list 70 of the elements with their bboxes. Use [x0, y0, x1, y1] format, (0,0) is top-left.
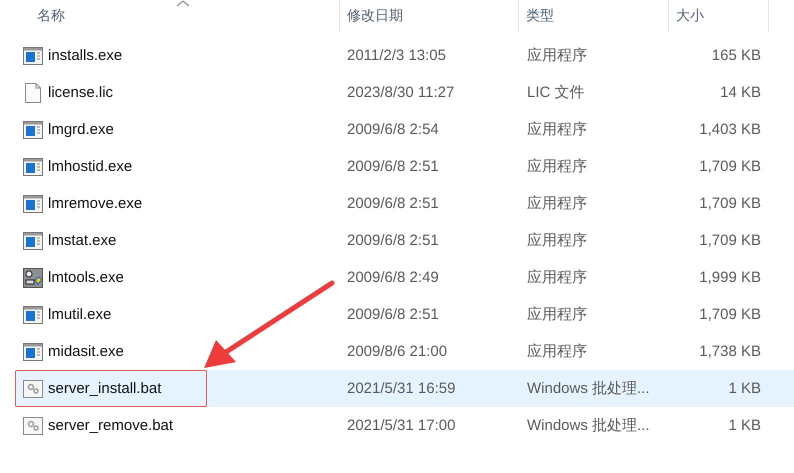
file-name: lmremove.exe	[48, 195, 142, 212]
modified-date: 2009/8/6 21:00	[347, 342, 448, 360]
file-row[interactable]: midasit.exe 2009/8/6 21:00 应用程序 1,738 KB	[15, 333, 794, 370]
file-type: 应用程序	[527, 158, 587, 175]
file-row[interactable]: license.lic 2023/8/30 11:27 LIC 文件 14 KB	[15, 74, 794, 111]
file-row[interactable]: server_install.bat 2021/5/31 16:59 Windows 批处理... 1 KB	[15, 370, 794, 407]
column-header[interactable]: 类型	[526, 7, 554, 25]
file-type: LIC 文件	[527, 84, 585, 101]
file-name: lmstat.exe	[48, 232, 116, 249]
tools-app-icon	[23, 268, 43, 288]
modified-date: 2009/6/8 2:51	[347, 194, 439, 212]
file-type: 应用程序	[527, 306, 587, 323]
file-size: 1,709 KB	[699, 194, 761, 212]
modified-date: 2021/5/31 16:59	[347, 380, 456, 396]
file-type: 应用程序	[527, 195, 587, 212]
modified-date: 2021/5/31 17:00	[347, 416, 456, 434]
file-type: 应用程序	[527, 47, 587, 64]
column-header[interactable]: 修改日期	[347, 7, 403, 25]
file-type: 应用程序	[527, 343, 587, 360]
file-type: 应用程序	[527, 269, 587, 286]
application-icon	[23, 158, 43, 176]
file-name: server_remove.bat	[48, 417, 174, 434]
document-icon	[23, 82, 43, 102]
modified-date: 2011/2/3 13:05	[347, 46, 446, 64]
batch-file-icon	[23, 380, 43, 398]
file-size: 1,999 KB	[699, 268, 761, 286]
modified-date: 2009/6/8 2:54	[347, 120, 439, 138]
file-row[interactable]: lmstat.exe 2009/6/8 2:51 应用程序 1,709 KB	[15, 222, 794, 259]
batch-file-icon	[23, 416, 43, 434]
modified-date: 2009/6/8 2:51	[347, 306, 439, 322]
modified-date: 2009/6/8 2:51	[347, 232, 439, 248]
file-name: lmhostid.exe	[48, 158, 132, 175]
file-name: license.lic	[48, 84, 114, 101]
modified-date: 2009/6/8 2:51	[347, 158, 439, 174]
file-name: midasit.exe	[48, 343, 124, 360]
file-row[interactable]: server_remove.bat 2021/5/31 17:00 Windows 批处理... 1 KB	[15, 407, 794, 444]
file-row[interactable]: lmgrd.exe 2009/6/8 2:54 应用程序 1,403 KB	[15, 111, 794, 148]
file-type: Windows 批处理...	[527, 380, 650, 397]
file-size: 14 KB	[720, 84, 761, 100]
file-size: 1,709 KB	[699, 306, 761, 322]
application-icon	[23, 194, 43, 212]
modified-date: 2023/8/30 11:27	[347, 84, 454, 100]
file-type: 应用程序	[527, 121, 587, 138]
file-name: lmgrd.exe	[48, 121, 114, 138]
column-header[interactable]: 大小	[676, 7, 704, 25]
file-row[interactable]: lmtools.exe 2009/6/8 2:49 应用程序 1,999 KB	[15, 259, 794, 296]
file-size: 1 KB	[728, 380, 761, 396]
file-name: installs.exe	[48, 47, 122, 64]
file-size: 1,709 KB	[699, 158, 761, 174]
file-row[interactable]: lmutil.exe 2009/6/8 2:51 应用程序 1,709 KB	[15, 296, 794, 333]
column-header[interactable]: 名称	[37, 7, 65, 25]
file-name: server_install.bat	[48, 380, 162, 397]
file-name: lmutil.exe	[48, 306, 112, 323]
modified-date: 2009/6/8 2:49	[347, 268, 439, 286]
application-icon	[23, 120, 43, 138]
file-row[interactable]: installs.exe 2011/2/3 13:05 应用程序 165 KB	[15, 37, 794, 74]
file-size: 1,403 KB	[699, 120, 761, 138]
file-row[interactable]: lmremove.exe 2009/6/8 2:51 应用程序 1,709 KB	[15, 185, 794, 222]
file-row[interactable]: lmhostid.exe 2009/6/8 2:51 应用程序 1,709 KB	[15, 148, 794, 185]
file-size: 1,738 KB	[699, 342, 761, 360]
application-icon	[23, 46, 43, 64]
file-size: 165 KB	[712, 46, 761, 64]
file-type: 应用程序	[527, 232, 587, 249]
file-size: 1 KB	[728, 416, 761, 434]
application-icon	[23, 342, 43, 360]
file-name: lmtools.exe	[48, 269, 124, 286]
file-size: 1,709 KB	[699, 232, 761, 248]
application-icon	[23, 232, 43, 250]
application-icon	[23, 306, 43, 324]
file-type: Windows 批处理...	[527, 417, 650, 434]
